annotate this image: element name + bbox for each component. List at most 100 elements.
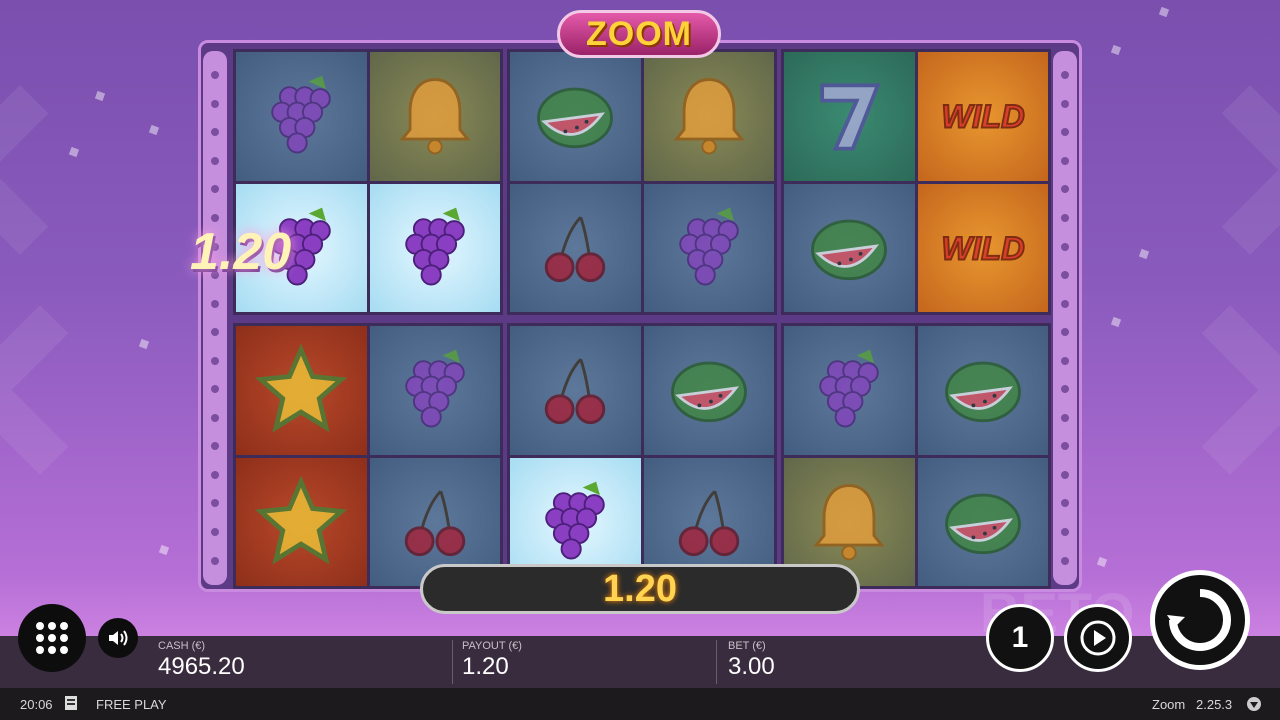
star-symbol	[236, 457, 367, 586]
logo-text: ZOOM	[586, 14, 692, 53]
play-mode: FREE PLAY	[96, 697, 167, 712]
cherry-icon	[545, 358, 606, 425]
cash-display: CASH (€) 4965.20	[158, 640, 245, 681]
grape-icon	[678, 207, 739, 286]
document-icon[interactable]	[64, 695, 78, 714]
right-rail	[1053, 51, 1077, 585]
cherry-icon	[404, 490, 465, 556]
watermelon-symbol	[643, 326, 774, 455]
watermelon-symbol	[510, 52, 641, 181]
bell-icon	[399, 78, 471, 155]
payout-display: PAYOUT (€) 1.20	[462, 640, 522, 681]
watermelon-icon	[944, 493, 1021, 554]
grid-icon	[36, 622, 68, 654]
bg-sparkle	[1158, 6, 1170, 18]
grape-symbol	[643, 183, 774, 312]
seven-symbol	[784, 52, 915, 181]
bg-sparkle	[138, 338, 150, 350]
status-bar: 20:06 FREE PLAY Zoom 2.25.3	[0, 688, 1280, 720]
watermelon-icon	[811, 219, 888, 280]
grape-icon	[819, 349, 880, 428]
divider	[716, 640, 717, 684]
bg-chevron	[1145, 305, 1280, 475]
bet-label: BET (€)	[728, 640, 766, 652]
sound-button[interactable]	[98, 618, 138, 658]
spin-button[interactable]	[1150, 570, 1250, 670]
bg-sparkle	[1138, 248, 1150, 260]
speaker-icon	[109, 630, 128, 646]
bet-value: 3.00	[728, 653, 775, 680]
slot-machine: WILD WILD	[198, 40, 1082, 592]
bg-chevron	[0, 85, 105, 255]
bg-sparkle	[158, 544, 170, 556]
win-display-value: 1.20	[603, 567, 677, 610]
clock: 20:06	[20, 697, 53, 712]
bet-display: BET (€) 3.00	[728, 640, 775, 681]
game-logo: ZOOM	[557, 10, 721, 58]
payout-label: PAYOUT (€)	[462, 640, 522, 652]
grape-icon	[404, 207, 465, 286]
reel-block	[507, 323, 777, 589]
version: 2.25.3	[1196, 697, 1233, 712]
cherry-symbol	[510, 326, 641, 455]
cherry-symbol	[510, 183, 641, 312]
wild-symbol: WILD	[917, 52, 1048, 181]
grape-symbol	[236, 52, 367, 181]
autoplay-button[interactable]	[1064, 604, 1132, 672]
cherry-icon	[678, 490, 739, 556]
bg-chevron	[1165, 85, 1280, 255]
bg-sparkle	[1096, 556, 1108, 568]
watermelon-icon	[537, 87, 614, 149]
bg-chevron	[0, 305, 125, 475]
spin-icon	[1167, 589, 1231, 651]
reel-grid: WILD WILD	[233, 49, 1051, 589]
watermelon-icon	[944, 361, 1021, 423]
reel-block: WILD WILD	[781, 49, 1051, 315]
bell-icon	[813, 483, 885, 561]
reel-block	[507, 49, 777, 315]
game-stage: WILD WILD ZOOM 1.20 1.20 BETO CASH (€) 49…	[0, 0, 1280, 720]
menu-button[interactable]	[18, 604, 86, 672]
bet-level-button[interactable]: 1	[986, 604, 1054, 672]
wild-symbol: WILD	[917, 183, 1048, 312]
star-icon	[255, 475, 348, 565]
reel-block	[233, 323, 503, 589]
watermelon-symbol	[917, 457, 1048, 586]
wild-icon: WILD	[940, 97, 1025, 136]
line-win-amount: 1.20	[190, 223, 292, 281]
watermelon-symbol	[784, 183, 915, 312]
grape-icon	[404, 349, 465, 428]
cash-label: CASH (€)	[158, 640, 206, 652]
bg-sparkle	[1110, 44, 1122, 56]
left-rail	[203, 51, 227, 585]
bg-sparkle	[148, 124, 160, 136]
svg-text:WILD: WILD	[941, 229, 1024, 266]
grape-symbol	[784, 326, 915, 455]
wild-icon: WILD	[940, 228, 1025, 267]
grape-symbol	[369, 183, 500, 312]
seven-icon	[820, 83, 881, 151]
reel-block	[781, 323, 1051, 589]
game-name: Zoom	[1152, 697, 1186, 712]
cherry-icon	[545, 216, 606, 282]
grape-icon	[271, 75, 332, 154]
star-icon	[255, 343, 348, 433]
cash-value: 4965.20	[158, 653, 245, 680]
star-symbol	[236, 326, 367, 455]
bell-icon	[673, 78, 745, 155]
grape-symbol	[369, 326, 500, 455]
bg-sparkle	[94, 90, 106, 102]
bell-symbol	[643, 52, 774, 181]
watermelon-icon	[670, 361, 747, 423]
provider-icon	[1246, 696, 1262, 715]
bell-symbol	[369, 52, 500, 181]
bet-level-value: 1	[1011, 621, 1029, 654]
play-icon	[1080, 620, 1116, 656]
win-display: 1.20	[420, 564, 860, 614]
payout-value: 1.20	[462, 653, 509, 680]
watermelon-symbol	[917, 326, 1048, 455]
svg-text:WILD: WILD	[941, 98, 1024, 135]
grape-icon	[545, 481, 606, 560]
bg-sparkle	[1110, 316, 1122, 328]
divider	[452, 640, 453, 684]
